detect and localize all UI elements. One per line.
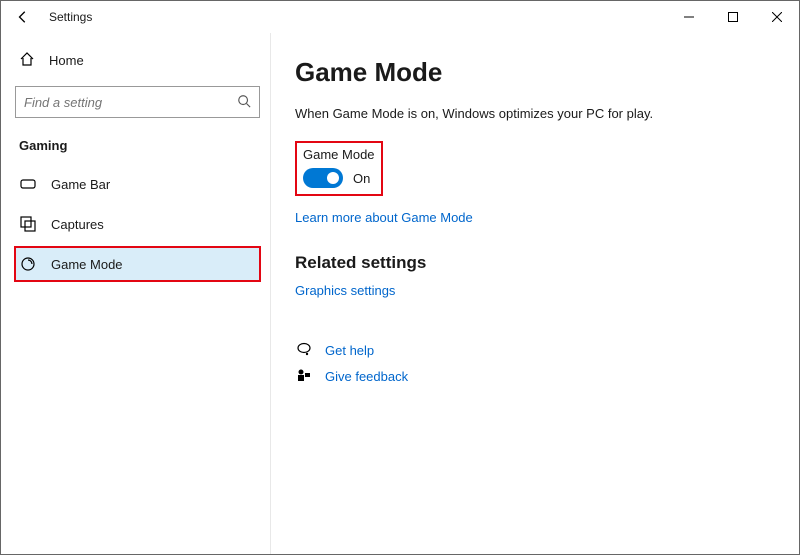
home-icon [19, 51, 35, 70]
game-mode-toggle-group: Game Mode On [295, 141, 383, 196]
toggle-label: Game Mode [303, 147, 375, 162]
page-title: Game Mode [295, 57, 775, 88]
home-button[interactable]: Home [15, 43, 260, 78]
game-mode-icon [19, 256, 37, 272]
content-pane: Game Mode When Game Mode is on, Windows … [271, 33, 799, 554]
sidebar-item-label: Game Bar [51, 177, 110, 192]
back-button[interactable] [5, 1, 41, 33]
maximize-button[interactable] [711, 1, 755, 33]
app-title: Settings [49, 10, 92, 24]
arrow-left-icon [16, 10, 30, 24]
minimize-button[interactable] [667, 1, 711, 33]
page-description: When Game Mode is on, Windows optimizes … [295, 106, 775, 121]
home-label: Home [49, 53, 84, 68]
sidebar: Home Gaming Game Bar Captures [1, 33, 271, 554]
game-mode-toggle[interactable] [303, 168, 343, 188]
captures-icon [19, 216, 37, 232]
search-icon [237, 94, 251, 111]
sidebar-item-label: Game Mode [51, 257, 123, 272]
get-help-icon [295, 342, 313, 358]
close-button[interactable] [755, 1, 799, 33]
toggle-knob [327, 172, 339, 184]
sidebar-item-label: Captures [51, 217, 104, 232]
sidebar-item-game-bar[interactable]: Game Bar [15, 167, 260, 201]
search-box[interactable] [15, 86, 260, 118]
game-bar-icon [19, 176, 37, 192]
toggle-state: On [353, 171, 370, 186]
minimize-icon [684, 12, 694, 22]
related-settings-header: Related settings [295, 253, 775, 273]
sidebar-item-game-mode[interactable]: Game Mode [15, 247, 260, 281]
give-feedback-link[interactable]: Give feedback [325, 369, 408, 384]
category-label: Gaming [15, 134, 260, 161]
search-input[interactable] [24, 95, 237, 110]
graphics-settings-link[interactable]: Graphics settings [295, 283, 395, 298]
close-icon [772, 12, 782, 22]
learn-more-link[interactable]: Learn more about Game Mode [295, 210, 473, 225]
titlebar: Settings [1, 1, 799, 33]
maximize-icon [728, 12, 738, 22]
sidebar-item-captures[interactable]: Captures [15, 207, 260, 241]
get-help-link[interactable]: Get help [325, 343, 374, 358]
feedback-icon [295, 368, 313, 384]
